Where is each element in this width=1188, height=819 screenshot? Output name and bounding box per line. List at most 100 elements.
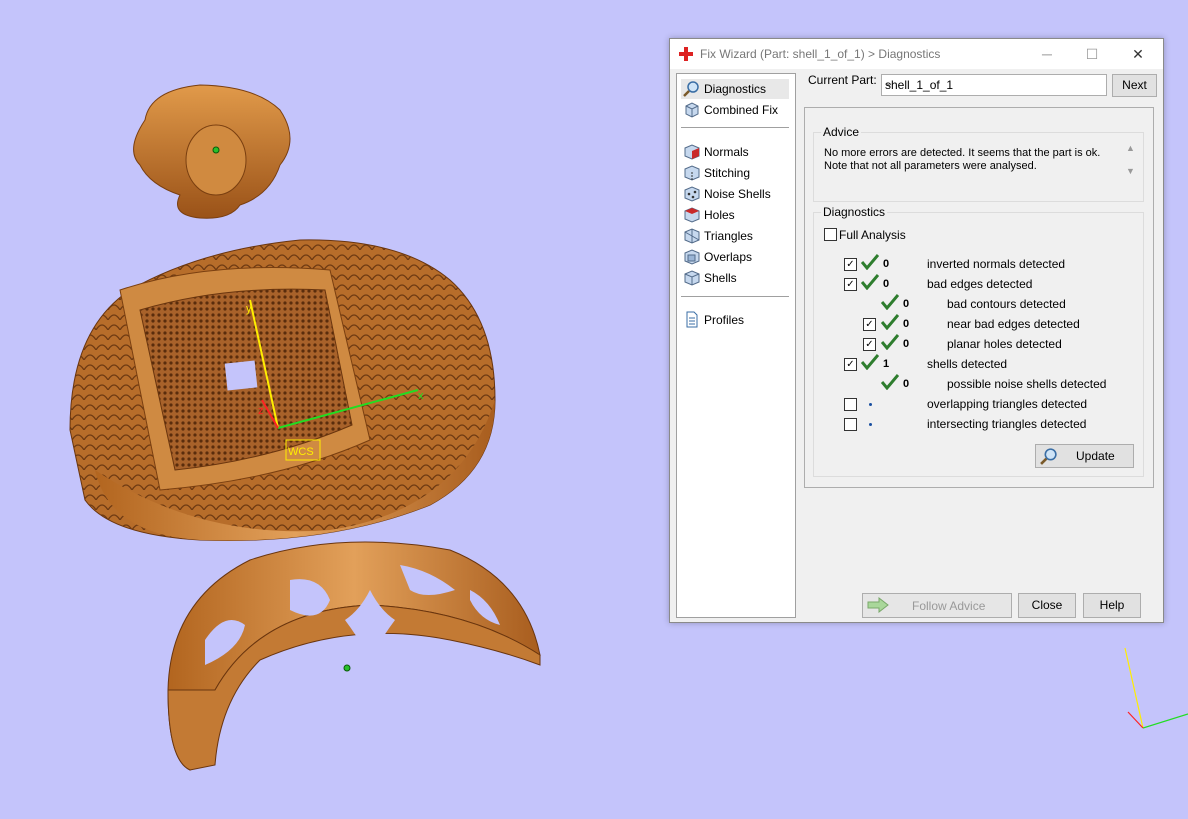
diag-row-label: overlapping triangles detected <box>927 397 1088 411</box>
diag-row-label: intersecting triangles detected <box>927 417 1087 431</box>
axis-x-label: x <box>418 390 424 402</box>
nav-separator <box>681 296 789 297</box>
check-icon <box>881 374 899 390</box>
diagnostics-title: Diagnostics <box>821 205 888 219</box>
advice-group: Advice No more errors are detected. It s… <box>813 125 1144 202</box>
arrow-right-icon <box>867 597 889 613</box>
nav-item-normals[interactable]: Normals <box>681 142 789 162</box>
help-button[interactable]: Help <box>1083 593 1141 618</box>
nav-separator <box>681 127 789 128</box>
nav-item-label: Diagnostics <box>704 82 767 96</box>
nav-item-triangles[interactable]: Triangles <box>681 226 789 246</box>
shells-cube-icon <box>684 270 700 286</box>
current-part-select[interactable]: shell_1_of_1 ⌄ <box>881 74 1107 96</box>
nav-item-label: Stitching <box>704 166 751 180</box>
inverted-normals-checkbox[interactable]: ✓ <box>844 258 857 271</box>
nav-item-label: Triangles <box>704 229 753 243</box>
nav-item-label: Holes <box>704 208 735 222</box>
fix-wizard-dialog: Fix Wizard (Part: shell_1_of_1) > Diagno… <box>669 38 1164 623</box>
close-window-button[interactable]: ✕ <box>1128 44 1148 64</box>
magnifier-icon <box>683 81 699 97</box>
ring-band-model <box>167 541 541 771</box>
diagnostics-panel: Advice No more errors are detected. It s… <box>804 107 1154 488</box>
minimize-button[interactable]: ─ <box>1037 44 1057 64</box>
profile-document-icon <box>686 311 698 328</box>
diag-row-label: bad contours detected <box>947 297 1066 311</box>
fix-wizard-icon <box>679 47 693 61</box>
scroll-down-icon[interactable]: ▼ <box>1124 166 1137 189</box>
diag-row-label: near bad edges detected <box>947 317 1080 331</box>
intersecting-triangles-checkbox[interactable] <box>844 418 857 431</box>
check-icon <box>881 294 899 310</box>
diag-row-label: possible noise shells detected <box>947 377 1107 391</box>
current-part-label: Current Part: <box>808 73 877 87</box>
axis-z-label: z <box>258 405 264 417</box>
wcs-label: WCS <box>288 446 314 458</box>
pending-dot-icon <box>869 423 872 426</box>
advice-scrollbar[interactable]: ▲ ▼ <box>1124 143 1137 189</box>
diag-row-label: shells detected <box>927 357 1008 371</box>
signet-ring-model: y x z WCS <box>69 239 496 542</box>
advice-text: No more errors are detected. It seems th… <box>824 147 1101 172</box>
check-icon <box>861 274 879 290</box>
nav-item-noise-shells[interactable]: Noise Shells <box>681 184 789 204</box>
pending-dot-icon <box>869 403 872 406</box>
diag-row-label: bad edges detected <box>927 277 1033 291</box>
next-button[interactable]: Next <box>1112 74 1157 97</box>
count-value: 0 <box>903 338 910 350</box>
magnifier-icon <box>1040 448 1057 465</box>
check-icon <box>861 354 879 370</box>
diag-row-label: inverted normals detected <box>927 257 1066 271</box>
count-value: 0 <box>903 378 910 390</box>
normals-cube-icon <box>684 144 700 160</box>
chevron-down-icon: ⌄ <box>885 78 894 89</box>
maximize-button[interactable]: ☐ <box>1082 44 1102 64</box>
check-icon <box>881 334 899 350</box>
window-title: Fix Wizard (Part: shell_1_of_1) > Diagno… <box>700 47 941 61</box>
count-value: 0 <box>883 258 890 270</box>
count-value: 0 <box>883 278 890 290</box>
noise-shells-cube-icon <box>684 186 700 202</box>
orientation-triad <box>1124 647 1188 729</box>
check-icon <box>861 254 879 270</box>
cube-icon <box>685 102 699 118</box>
full-analysis-label: Full Analysis <box>839 228 906 242</box>
axis-y-label: y <box>246 303 252 315</box>
nav-item-holes[interactable]: Holes <box>681 205 789 225</box>
count-value: 0 <box>903 298 910 310</box>
nav-item-diagnostics[interactable]: Diagnostics <box>681 79 789 99</box>
advice-title: Advice <box>821 125 862 139</box>
nav-item-overlaps[interactable]: Overlaps <box>681 247 789 267</box>
nav-item-stitching[interactable]: Stitching <box>681 163 789 183</box>
overlapping-triangles-checkbox[interactable] <box>844 398 857 411</box>
nav-item-label: Shells <box>704 271 737 285</box>
full-analysis-checkbox[interactable] <box>824 228 837 241</box>
close-button[interactable]: Close <box>1018 593 1076 618</box>
follow-advice-label: Follow Advice <box>912 599 986 613</box>
near-bad-edges-checkbox[interactable]: ✓ <box>863 318 876 331</box>
nav-item-label: Overlaps <box>704 250 753 264</box>
overlaps-cube-icon <box>684 249 700 265</box>
nav-item-label: Noise Shells <box>704 187 771 201</box>
count-value: 0 <box>903 318 910 330</box>
follow-advice-button[interactable]: Follow Advice <box>862 593 1012 618</box>
nav-item-shells[interactable]: Shells <box>681 268 789 288</box>
triangles-cube-icon <box>684 228 700 244</box>
scroll-up-icon[interactable]: ▲ <box>1124 143 1137 166</box>
planar-holes-checkbox[interactable]: ✓ <box>863 338 876 351</box>
title-bar[interactable]: Fix Wizard (Part: shell_1_of_1) > Diagno… <box>670 39 1163 69</box>
shells-checkbox[interactable]: ✓ <box>844 358 857 371</box>
holes-cube-icon <box>684 207 700 223</box>
update-label: Update <box>1076 449 1115 463</box>
diag-row-label: planar holes detected <box>947 337 1062 351</box>
medusa-head-model <box>133 84 291 219</box>
nav-item-label: Profiles <box>704 313 745 327</box>
bad-edges-checkbox[interactable]: ✓ <box>844 278 857 291</box>
stitching-cube-icon <box>684 165 700 181</box>
nav-panel: Diagnostics Combined Fix Normals Stitchi… <box>676 73 796 618</box>
count-value: 1 <box>883 358 890 370</box>
nav-item-profiles[interactable]: Profiles <box>681 310 789 330</box>
nav-item-combined-fix[interactable]: Combined Fix <box>681 100 789 120</box>
diagnostics-group: Diagnostics Full Analysis ✓ 0 inverted n… <box>813 205 1144 477</box>
update-button[interactable]: Update <box>1035 444 1134 468</box>
